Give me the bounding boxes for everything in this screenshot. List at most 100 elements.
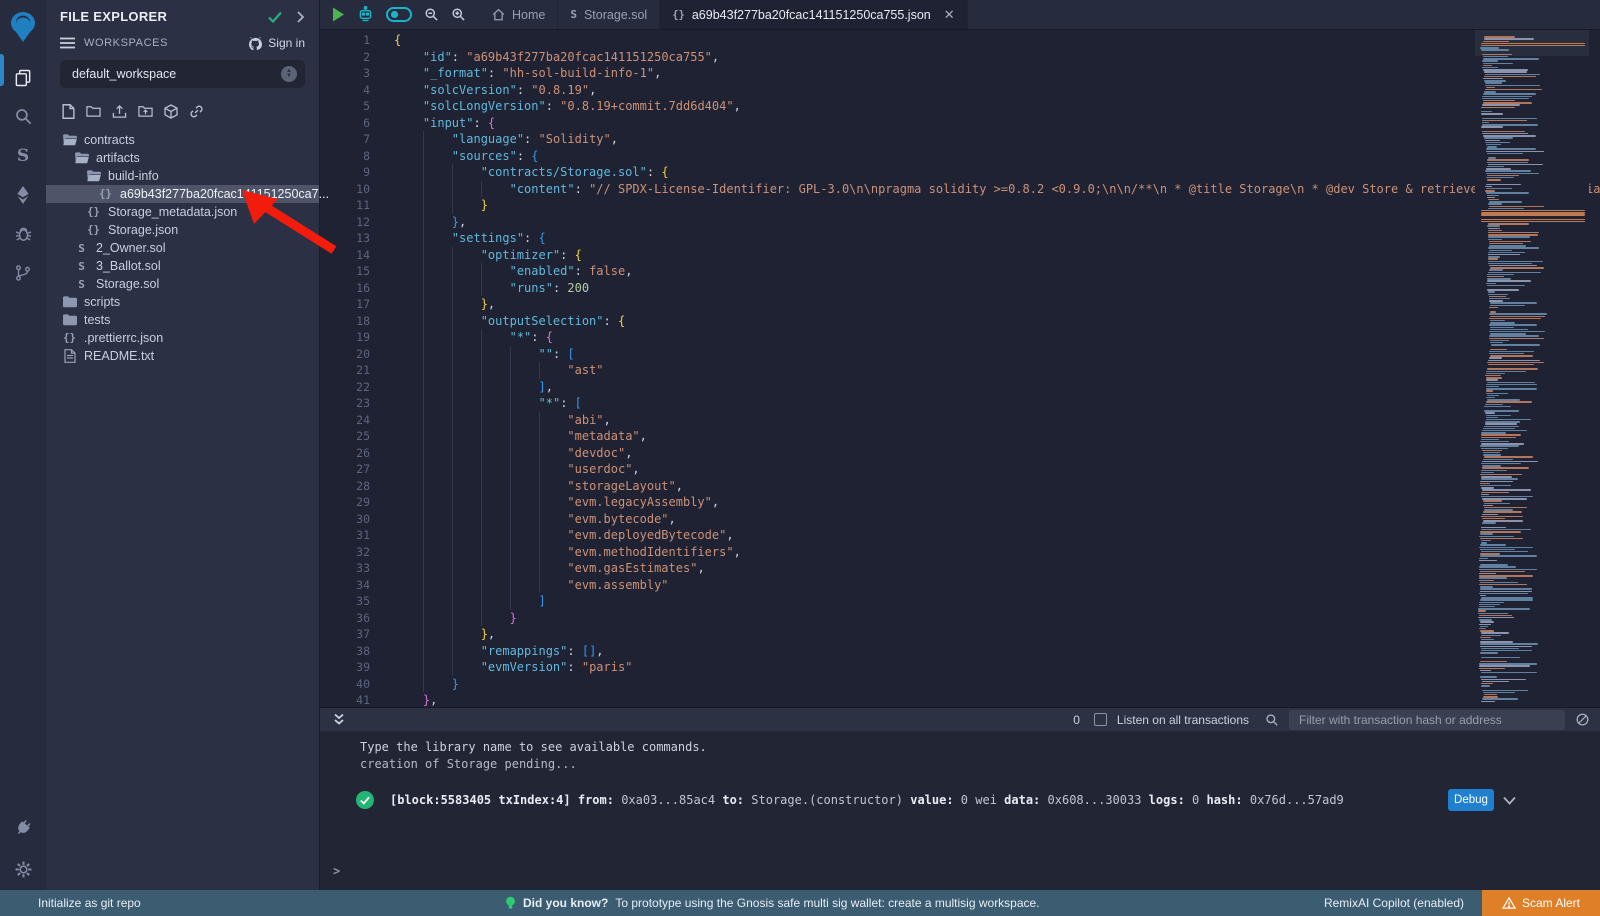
upload-folder-icon[interactable]: [138, 104, 153, 119]
copilot-status[interactable]: RemixAI Copilot (enabled): [1324, 896, 1464, 910]
search-icon[interactable]: [0, 97, 46, 136]
new-file-icon[interactable]: [62, 104, 75, 119]
minimap-line: [1482, 120, 1527, 121]
code-line: 5"solcLongVersion": "0.8.19+commit.7dd6d…: [320, 98, 1600, 115]
code-editor[interactable]: 1{2"id": "a69b43f277ba20fcac141151250ca7…: [320, 30, 1600, 707]
minimap-line: [1481, 113, 1503, 114]
minimap-line: [1483, 692, 1515, 693]
new-folder-icon[interactable]: [86, 104, 101, 119]
minimap-line: [1483, 135, 1536, 136]
github-icon: [248, 37, 263, 50]
tree-item[interactable]: contracts: [46, 131, 319, 149]
zoom-in-icon[interactable]: [451, 7, 466, 22]
tree-item-label: Storage.json: [108, 223, 178, 237]
tree-item[interactable]: {}Storage.json: [46, 221, 319, 239]
workspace-select[interactable]: default_workspace ▲▼: [60, 60, 305, 88]
plugin-manager-icon[interactable]: [0, 806, 46, 848]
tree-item[interactable]: {}Storage_metadata.json: [46, 203, 319, 221]
tx-expand-chevron-icon[interactable]: [1503, 796, 1516, 805]
copilot-toggle[interactable]: [386, 7, 412, 22]
minimap-line: [1480, 676, 1497, 677]
tree-item-label: tests: [84, 313, 110, 327]
minimap-line: [1483, 696, 1498, 697]
code-line: 2"id": "a69b43f277ba20fcac141151250ca755…: [320, 49, 1600, 66]
minimap-line: [1488, 230, 1502, 231]
tree-item[interactable]: S2_Owner.sol: [46, 239, 319, 257]
minimap[interactable]: [1475, 30, 1589, 707]
transaction-log-row[interactable]: [block:5583405 txIndex:4] from: 0xa03...…: [356, 791, 1600, 809]
home-icon: [492, 8, 505, 21]
terminal-output[interactable]: Type the library name to see available c…: [320, 731, 1600, 890]
link-icon[interactable]: [189, 104, 204, 119]
debug-button[interactable]: Debug: [1448, 789, 1494, 811]
minimap-line: [1479, 624, 1491, 625]
settings-gear-icon[interactable]: [0, 848, 46, 890]
minimap-line: [1489, 265, 1537, 266]
ipfs-cube-icon[interactable]: [164, 104, 178, 119]
minimap-line: [1480, 553, 1500, 554]
minimap-line: [1482, 124, 1538, 125]
zoom-out-icon[interactable]: [424, 7, 439, 22]
minimap-line: [1487, 274, 1514, 275]
tab-storage-sol[interactable]: S Storage.sol: [558, 0, 660, 29]
clear-terminal-icon[interactable]: [1575, 712, 1590, 727]
minimap-line: [1486, 192, 1529, 193]
code-line: 27"userdoc",: [320, 461, 1600, 478]
minimap-line: [1482, 118, 1537, 119]
tree-item[interactable]: README.txt: [46, 347, 319, 365]
minimap-line: [1479, 615, 1512, 616]
github-sign-in-button[interactable]: Sign in: [248, 36, 305, 50]
listen-transactions-label: Listen on all transactions: [1117, 713, 1249, 727]
remix-logo-icon[interactable]: [0, 6, 46, 50]
terminal-prompt[interactable]: >: [333, 864, 340, 878]
listen-transactions-checkbox[interactable]: [1094, 713, 1107, 726]
minimap-line: [1484, 38, 1534, 39]
code-line: 29"evm.legacyAssembly",: [320, 494, 1600, 511]
transaction-filter-input[interactable]: [1289, 710, 1565, 730]
tree-item[interactable]: S3_Ballot.sol: [46, 257, 319, 275]
tree-item[interactable]: artifacts: [46, 149, 319, 167]
debugger-icon[interactable]: [0, 214, 46, 253]
minimap-line: [1481, 496, 1533, 497]
file-explorer-icon[interactable]: [0, 58, 46, 97]
minimap-line: [1481, 210, 1585, 211]
tree-item[interactable]: {}.prettierrc.json: [46, 329, 319, 347]
minimap-line: [1480, 670, 1491, 671]
solidity-compiler-icon[interactable]: S: [0, 136, 46, 175]
tree-item[interactable]: scripts: [46, 293, 319, 311]
git-icon[interactable]: [0, 253, 46, 292]
tree-item[interactable]: build-info: [46, 167, 319, 185]
remixai-robot-icon[interactable]: [357, 6, 374, 23]
minimap-line: [1489, 318, 1541, 319]
tab-home[interactable]: Home: [480, 0, 558, 29]
scam-alert-button[interactable]: Scam Alert: [1482, 890, 1600, 916]
close-tab-icon[interactable]: ✕: [944, 7, 955, 23]
tree-item[interactable]: tests: [46, 311, 319, 329]
minimap-line: [1485, 82, 1502, 83]
tip-title: Did you know?: [523, 896, 608, 910]
status-bar: Initialize as git repo Did you know? To …: [0, 890, 1600, 916]
minimap-line: [1489, 324, 1537, 325]
code-line: 25"metadata",: [320, 428, 1600, 445]
tab-build-info-json[interactable]: {} a69b43f277ba20fcac141151250ca755.json…: [660, 0, 967, 29]
code-line: 22],: [320, 379, 1600, 396]
minimap-line: [1485, 85, 1540, 86]
git-init-status[interactable]: Initialize as git repo: [38, 896, 141, 910]
folder-icon: [62, 314, 77, 326]
minimap-line: [1482, 104, 1520, 105]
code-line: 3"_format": "hh-sol-build-info-1",: [320, 65, 1600, 82]
expand-terminal-icon[interactable]: [333, 713, 345, 726]
minimap-line: [1488, 261, 1543, 262]
code-line: 31"evm.deployedBytecode",: [320, 527, 1600, 544]
tree-item-label: Storage_metadata.json: [108, 205, 237, 219]
run-script-icon[interactable]: [332, 7, 345, 22]
workspaces-menu-icon[interactable]: [60, 37, 75, 49]
upload-file-icon[interactable]: [112, 104, 127, 119]
tree-item[interactable]: {}a69b43f277ba20fcac141151250ca7...: [46, 185, 319, 203]
minimap-line: [1490, 302, 1537, 303]
minimap-line: [1489, 269, 1503, 270]
panel-chevron-icon[interactable]: [296, 11, 305, 23]
minimap-line: [1486, 168, 1511, 169]
deploy-and-run-icon[interactable]: [0, 175, 46, 214]
tree-item[interactable]: SStorage.sol: [46, 275, 319, 293]
